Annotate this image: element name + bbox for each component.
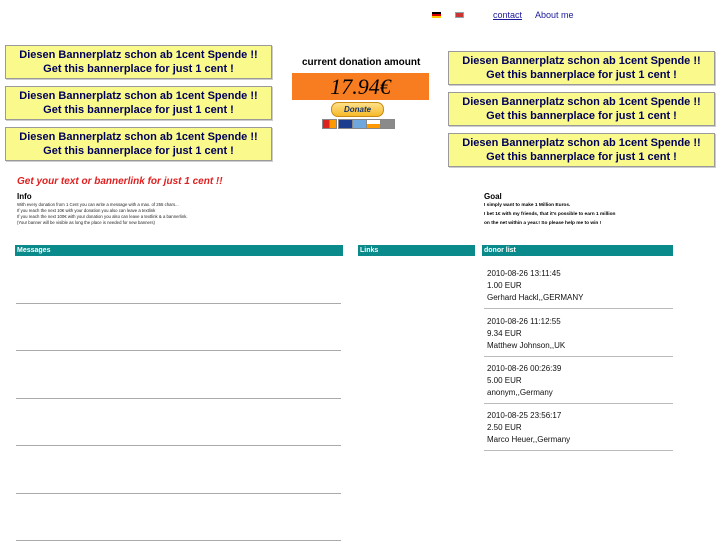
donor-name: Matthew Johnson,,UK xyxy=(487,341,566,350)
donor-entry: 2010-08-25 23:56:17 2.50 EUR Marco Heuer… xyxy=(487,410,570,446)
banner-left-2[interactable]: Diesen Bannerplatz schon ab 1cent Spende… xyxy=(5,86,272,120)
goal-heading: Goal xyxy=(484,192,502,201)
donor-entry: 2010-08-26 11:12:55 9.34 EUR Matthew Joh… xyxy=(487,316,565,352)
donor-amount: 9.34 EUR xyxy=(487,329,522,338)
links-header: Links xyxy=(358,245,475,256)
message-divider xyxy=(16,398,341,399)
message-divider xyxy=(16,445,341,446)
banner-right-2[interactable]: Diesen Bannerplatz schon ab 1cent Spende… xyxy=(448,92,715,126)
amex-icon xyxy=(352,119,367,129)
banner-line-en: Get this bannerplace for just 1 cent ! xyxy=(43,104,234,116)
call-to-action: Get your text or bannerlink for just 1 c… xyxy=(17,176,223,187)
banner-right-3[interactable]: Diesen Bannerplatz schon ab 1cent Spende… xyxy=(448,133,715,167)
discover-icon xyxy=(366,119,381,129)
donor-list-header: donor list xyxy=(482,245,673,256)
donation-title: current donation amount xyxy=(302,57,421,68)
donor-amount: 2.50 EUR xyxy=(487,423,522,432)
donor-name: Gerhard Hackl,,GERMANY xyxy=(487,293,584,302)
banner-line-de: Diesen Bannerplatz schon ab 1cent Spende… xyxy=(19,131,258,143)
banner-line-en: Get this bannerplace for just 1 cent ! xyxy=(43,145,234,157)
donation-amount: 17.94€ xyxy=(292,73,429,100)
donor-divider xyxy=(484,450,673,451)
contact-link[interactable]: contact xyxy=(493,10,522,20)
banner-left-1[interactable]: Diesen Bannerplatz schon ab 1cent Spende… xyxy=(5,45,272,79)
donor-divider xyxy=(484,403,673,404)
banner-line-en: Get this bannerplace for just 1 cent ! xyxy=(486,151,677,163)
message-divider xyxy=(16,540,341,541)
donor-name: anonym,,Germany xyxy=(487,388,553,397)
messages-header: Messages xyxy=(15,245,343,256)
message-divider xyxy=(16,493,341,494)
donor-name: Marco Heuer,,Germany xyxy=(487,435,571,444)
message-divider xyxy=(16,303,341,304)
banner-line-en: Get this bannerplace for just 1 cent ! xyxy=(486,69,677,81)
goal-line: on the net within a year.! So please hel… xyxy=(484,221,602,226)
uk-flag-icon[interactable] xyxy=(455,12,464,18)
banner-line-de: Diesen Bannerplatz schon ab 1cent Spende… xyxy=(19,49,258,61)
donor-divider xyxy=(484,356,673,357)
info-line: (Your banner will be visible as long the… xyxy=(17,220,155,225)
donor-entry: 2010-08-26 00:26:39 5.00 EUR anonym,,Ger… xyxy=(487,363,561,399)
info-line: If you reach the next 100€ with your don… xyxy=(17,214,188,219)
banner-line-de: Diesen Bannerplatz schon ab 1cent Spende… xyxy=(462,55,701,67)
info-heading: Info xyxy=(17,192,32,201)
donor-date: 2010-08-26 00:26:39 xyxy=(487,364,562,373)
visa-icon xyxy=(338,119,353,129)
donor-amount: 1.00 EUR xyxy=(487,281,522,290)
german-flag-icon[interactable] xyxy=(432,12,441,18)
about-me-link[interactable]: About me xyxy=(535,10,574,20)
banner-line-en: Get this bannerplace for just 1 cent ! xyxy=(43,63,234,75)
donate-button[interactable]: Donate xyxy=(331,102,384,117)
banner-line-de: Diesen Bannerplatz schon ab 1cent Spende… xyxy=(462,137,701,149)
donor-date: 2010-08-26 13:11:45 xyxy=(487,269,561,278)
info-line: With every donation from 1 Cent you can … xyxy=(17,202,179,207)
goal-line: I simply want to make 1 Million Euros. xyxy=(484,203,571,208)
banner-line-de: Diesen Bannerplatz schon ab 1cent Spende… xyxy=(462,96,701,108)
goal-line: I bet 1€ with my friends, that it's poss… xyxy=(484,212,616,217)
donor-entry: 2010-08-26 13:11:45 1.00 EUR Gerhard Hac… xyxy=(487,268,583,304)
donor-date: 2010-08-26 11:12:55 xyxy=(487,317,561,326)
banner-right-1[interactable]: Diesen Bannerplatz schon ab 1cent Spende… xyxy=(448,51,715,85)
banner-left-3[interactable]: Diesen Bannerplatz schon ab 1cent Spende… xyxy=(5,127,272,161)
bank-transfer-icon xyxy=(380,119,395,129)
info-line: If you reach the next 10€ with your dona… xyxy=(17,208,156,213)
banner-line-en: Get this bannerplace for just 1 cent ! xyxy=(486,110,677,122)
donor-amount: 5.00 EUR xyxy=(487,376,522,385)
mastercard-icon xyxy=(322,119,337,129)
message-divider xyxy=(16,350,341,351)
donor-date: 2010-08-25 23:56:17 xyxy=(487,411,562,420)
banner-line-de: Diesen Bannerplatz schon ab 1cent Spende… xyxy=(19,90,258,102)
donor-divider xyxy=(484,308,673,309)
